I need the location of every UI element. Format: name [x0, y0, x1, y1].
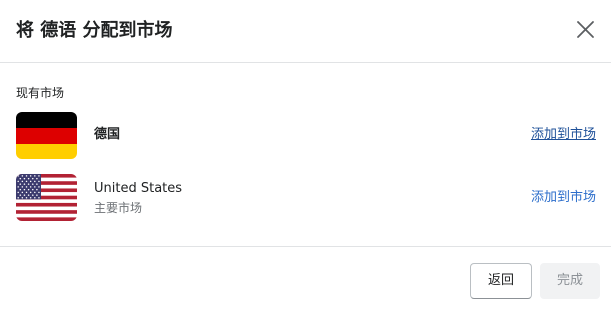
footer-divider — [0, 246, 611, 247]
market-row-united-states: United States 主要市场 添加到市场 — [0, 174, 611, 222]
germany-flag-icon — [16, 112, 77, 159]
close-button[interactable] — [573, 17, 599, 43]
done-button[interactable]: 完成 — [540, 263, 600, 299]
dialog-title: 将 德语 分配到市场 — [16, 20, 173, 41]
assign-market-dialog: 将 德语 分配到市场 现有市场 德国 添加到市场 United States 主… — [0, 0, 611, 310]
united-states-flag-icon — [16, 174, 77, 221]
add-to-market-link[interactable]: 添加到市场 — [531, 126, 596, 144]
section-label: 现有市场 — [16, 86, 65, 100]
market-name: United States — [94, 181, 183, 196]
back-button[interactable]: 返回 — [470, 263, 532, 299]
add-to-market-link[interactable]: 添加到市场 — [531, 189, 596, 207]
close-icon — [577, 21, 594, 38]
primary-market-label: 主要市场 — [94, 201, 143, 215]
market-row-germany: 德国 添加到市场 — [0, 112, 611, 160]
market-name: 德国 — [94, 127, 121, 142]
dialog-header: 将 德语 分配到市场 — [0, 0, 611, 63]
